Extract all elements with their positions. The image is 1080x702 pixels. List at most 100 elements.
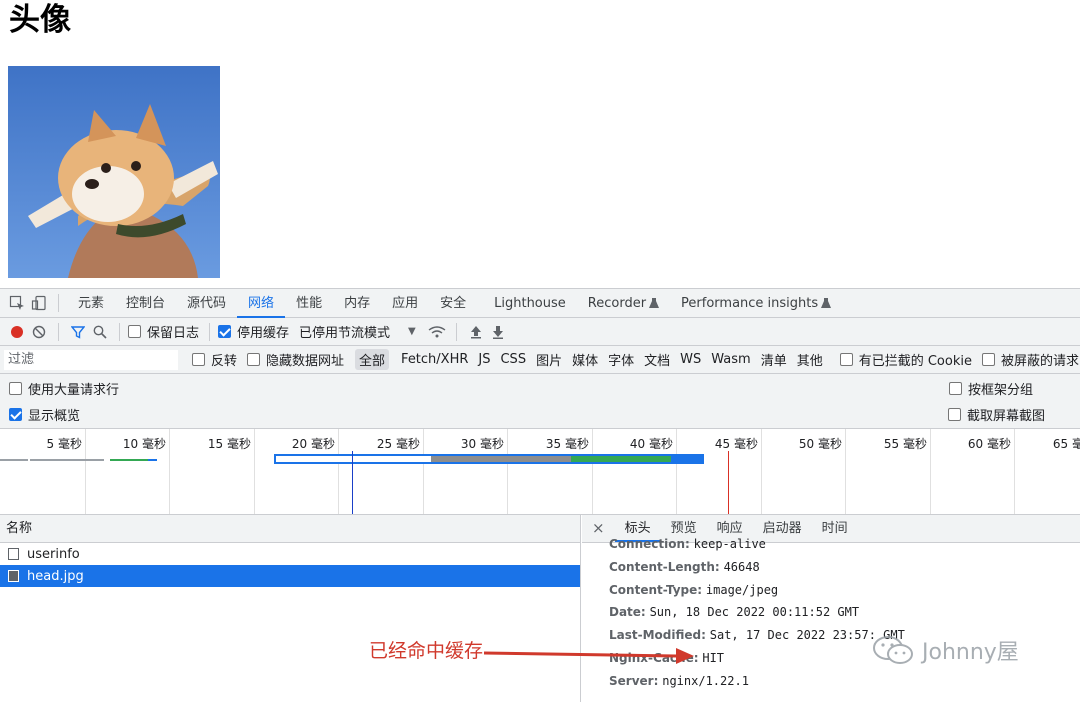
blocked-cookies-checkbox[interactable]: 有已拦截的 Cookie [839, 350, 972, 369]
overview-bar-userinfo-waiting [0, 459, 28, 461]
disable-cache-checkbox[interactable]: 停用缓存 [218, 322, 289, 341]
show-overview-checkbox[interactable]: 显示概览 [9, 405, 80, 424]
header-value: image/jpeg [705, 582, 779, 597]
checkbox-box[interactable] [981, 353, 995, 366]
type-filter-manifest[interactable]: 清单 [757, 349, 791, 370]
checkbox-box[interactable] [192, 353, 205, 366]
checkbox-box[interactable] [9, 408, 22, 421]
checkbox-box[interactable] [947, 408, 961, 421]
document-file-icon [8, 548, 19, 560]
inspect-element-icon[interactable] [6, 292, 28, 314]
export-har-download-icon[interactable] [487, 321, 509, 343]
preserve-log-checkbox[interactable]: 保留日志 [128, 322, 199, 341]
header-name: Connection: [609, 537, 690, 551]
overview-bar-head-download [571, 456, 671, 462]
invert-checkbox[interactable]: 反转 [192, 350, 237, 369]
header-name: Content-Length: [609, 559, 720, 574]
big-request-rows-checkbox[interactable]: 使用大量请求行 [9, 379, 119, 398]
separator [58, 322, 59, 341]
type-filter-font[interactable]: 字体 [604, 349, 638, 370]
request-details-panel: × 标头 预览 响应 启动器 时间 Connection: keep-alive… [582, 515, 1080, 702]
header-row-date: Date: Sun, 18 Dec 2022 00:11:52 GMT [609, 605, 905, 628]
search-icon[interactable] [89, 321, 111, 343]
timeline-gridline [761, 429, 762, 514]
overview-bar-userinfo-download [110, 459, 148, 461]
request-name: head.jpg [27, 568, 84, 584]
filter-icon[interactable] [67, 321, 89, 343]
timeline-tick-label: 20 毫秒 [291, 437, 335, 451]
blocked-requests-checkbox[interactable]: 被屏蔽的请求 [981, 350, 1079, 369]
checkbox-box[interactable] [9, 381, 22, 395]
disable-cache-label: 停用缓存 [237, 326, 290, 341]
timeline-gridline [845, 429, 846, 514]
name-column-header[interactable]: 名称 [0, 515, 580, 543]
tab-sources[interactable]: 源代码 [176, 289, 237, 318]
tab-lighthouse[interactable]: Lighthouse [483, 289, 577, 318]
network-conditions-wifi-icon[interactable] [426, 321, 448, 343]
checkbox-box[interactable] [218, 325, 232, 338]
type-filter-ws[interactable]: WS [676, 351, 705, 368]
invert-label: 反转 [211, 354, 238, 369]
checkbox-box[interactable] [839, 353, 853, 366]
header-name: Server: [609, 673, 659, 688]
record-stop-icon[interactable] [6, 321, 28, 343]
header-value: HIT [702, 650, 725, 665]
timeline-gridline [676, 429, 677, 514]
tab-network[interactable]: 网络 [237, 289, 286, 318]
header-value: 46648 [723, 559, 760, 574]
throttling-select[interactable]: 已停用节流模式 ▼ [299, 322, 416, 341]
separator [209, 322, 211, 341]
device-toolbar-icon[interactable] [28, 292, 50, 314]
tab-console[interactable]: 控制台 [115, 289, 176, 318]
timeline-tick-label: 30 毫秒 [460, 437, 504, 451]
request-row-userinfo[interactable]: userinfo [0, 543, 580, 565]
response-headers-list: Connection: keep-alive Content-Length: 4… [609, 537, 905, 697]
request-name: userinfo [27, 546, 80, 562]
annotation-label: 已经命中缓存 [369, 640, 484, 662]
overview-bar-head-waiting [431, 456, 571, 462]
options-row-2: 显示概览 截取屏幕截图 [0, 401, 1080, 429]
hide-data-urls-checkbox[interactable]: 隐藏数据网址 [247, 350, 344, 369]
checkbox-box[interactable] [128, 325, 141, 338]
timeline-gridline [338, 429, 339, 514]
overview-bar-userinfo-waiting [30, 459, 104, 461]
tab-memory[interactable]: 内存 [333, 289, 381, 318]
tab-security[interactable]: 安全 [429, 289, 477, 318]
checkbox-box[interactable] [948, 381, 962, 395]
header-name: Date: [609, 605, 646, 620]
capture-screenshots-checkbox[interactable]: 截取屏幕截图 [947, 405, 1045, 424]
type-filter-other[interactable]: 其他 [793, 349, 827, 370]
tab-performance[interactable]: 性能 [285, 289, 333, 318]
type-filter-media[interactable]: 媒体 [568, 349, 602, 370]
page-heading: 头像 [9, 2, 71, 38]
tab-elements[interactable]: 元素 [67, 289, 115, 318]
import-har-upload-icon[interactable] [465, 321, 487, 343]
type-filter-wasm[interactable]: Wasm [707, 351, 754, 368]
clear-icon[interactable] [28, 321, 50, 343]
timeline-tick-label: 40 毫秒 [629, 437, 673, 451]
filter-input[interactable] [4, 349, 178, 370]
type-filter-css[interactable]: CSS [496, 351, 530, 368]
big-request-rows-label: 使用大量请求行 [28, 382, 120, 398]
type-filter-fetch-xhr[interactable]: Fetch/XHR [397, 351, 472, 368]
type-filter-img[interactable]: 图片 [532, 349, 566, 370]
type-filter-doc[interactable]: 文档 [640, 349, 674, 370]
group-by-frame-checkbox[interactable]: 按框架分组 [948, 379, 1033, 398]
tab-recorder[interactable]: Recorder [577, 289, 648, 318]
wechat-logo-icon [873, 636, 913, 664]
network-overview-timeline[interactable]: 5 毫秒 10 毫秒 15 毫秒 20 毫秒 25 毫秒 30 毫秒 35 毫秒 40 毫秒 4… [0, 429, 1080, 515]
checkbox-box[interactable] [247, 353, 261, 366]
tab-application[interactable]: 应用 [381, 289, 429, 318]
preserve-log-label: 保留日志 [147, 326, 200, 341]
request-row-head-jpg[interactable]: head.jpg [0, 565, 580, 587]
separator [119, 322, 120, 341]
timeline-tick-label: 10 毫秒 [122, 437, 166, 451]
filter-bar: 反转 隐藏数据网址 全部 Fetch/XHR JS CSS 图片 媒体 字体 文… [0, 346, 1080, 374]
timeline-tick-label: 35 毫秒 [545, 437, 589, 451]
type-filter-all[interactable]: 全部 [355, 349, 390, 370]
tab-performance-insights[interactable]: Performance insights [670, 289, 820, 318]
timeline-tick-label: 5 毫秒 [46, 437, 82, 451]
header-value: Sun, 18 Dec 2022 00:11:52 GMT [649, 605, 860, 620]
type-filter-js[interactable]: JS [474, 351, 494, 368]
header-name: Last-Modified: [609, 628, 706, 643]
